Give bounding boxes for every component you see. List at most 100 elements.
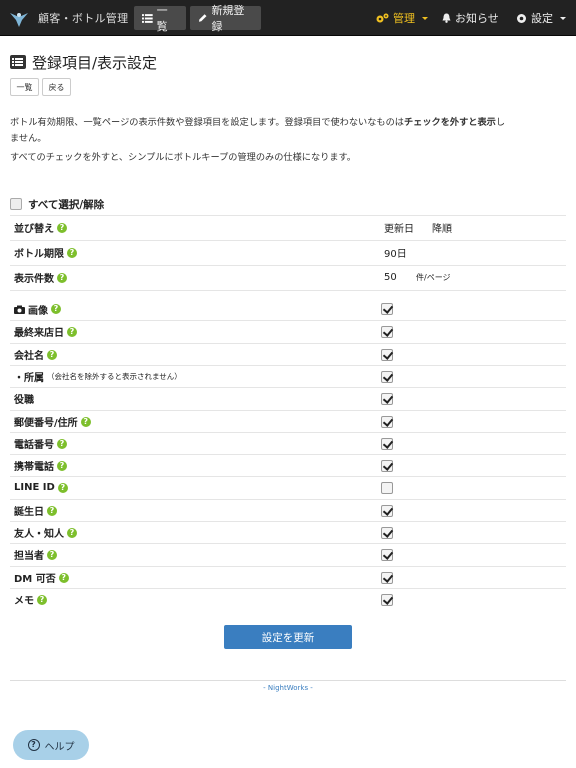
- sort-label-text: 並び替え: [14, 224, 54, 235]
- help-icon[interactable]: ?: [67, 527, 77, 538]
- field-checkbox[interactable]: [381, 459, 393, 472]
- help-icon[interactable]: ?: [67, 326, 77, 337]
- field-label: 最終来店日?: [14, 324, 77, 339]
- field-checkbox[interactable]: [381, 348, 393, 361]
- list-button[interactable]: 一覧: [10, 78, 39, 96]
- description-1-bold: チェックを外すと表示: [403, 117, 496, 128]
- help-icon[interactable]: ?: [51, 304, 61, 314]
- field-label-text: ・所属: [14, 373, 44, 384]
- sort-field-select[interactable]: 更新日: [384, 220, 414, 235]
- help-icon[interactable]: ?: [37, 594, 47, 605]
- help-icon[interactable]: ?: [47, 505, 57, 516]
- field-checkbox[interactable]: [381, 481, 393, 494]
- help-icon[interactable]: ?: [47, 549, 57, 560]
- field-label-text: 役職: [14, 395, 34, 406]
- field-checkbox[interactable]: [381, 593, 393, 606]
- field-row: 郵便番号/住所?: [10, 410, 566, 432]
- admin-menu[interactable]: 管理: [376, 0, 428, 36]
- settings-menu[interactable]: 設定: [516, 0, 566, 36]
- field-row: LINE ID?: [10, 476, 566, 498]
- field-label-text: メモ: [14, 596, 34, 607]
- field-label: 携帯電話?: [14, 458, 67, 473]
- divider: [10, 290, 566, 291]
- field-label: 友人・知人?: [14, 525, 77, 540]
- field-checkbox[interactable]: [381, 504, 393, 517]
- footer-divider: [10, 680, 566, 681]
- select-all-toggle[interactable]: すべて選択/解除: [10, 196, 104, 212]
- expire-row: ボトル期限? 90日: [10, 240, 566, 264]
- field-row: DM 可否?: [10, 566, 566, 588]
- chevron-down-icon: [560, 16, 566, 20]
- field-row: 役職: [10, 387, 566, 409]
- list-icon: [142, 13, 153, 23]
- count-input[interactable]: 50: [384, 272, 397, 283]
- field-label: メモ?: [14, 592, 47, 607]
- help-button[interactable]: ? ヘルプ: [13, 730, 89, 760]
- field-row: 最終来店日?: [10, 320, 566, 342]
- field-row: 担当者?: [10, 543, 566, 565]
- field-label-text: 誕生日: [14, 507, 44, 518]
- description-1-c: し: [495, 117, 506, 128]
- field-checkbox[interactable]: [381, 571, 393, 584]
- field-label: 誕生日?: [14, 503, 57, 518]
- field-label-text: 画像: [28, 305, 48, 317]
- expire-label-text: ボトル期限: [14, 249, 64, 260]
- brand[interactable]: 顧客・ボトル管理: [8, 6, 128, 30]
- field-label: 郵便番号/住所?: [14, 414, 91, 429]
- help-icon[interactable]: ?: [57, 222, 67, 233]
- list-nav-button[interactable]: 一覧: [134, 4, 186, 33]
- help-icon[interactable]: ?: [57, 460, 67, 471]
- field-checkbox[interactable]: [381, 526, 393, 539]
- description-1-d: ません。: [10, 133, 47, 144]
- help-button-label: ヘルプ: [44, 741, 75, 753]
- field-label: 画像?: [14, 302, 61, 317]
- field-label-text: 電話番号: [14, 440, 54, 451]
- field-row: 誕生日?: [10, 499, 566, 521]
- field-label-text: 友人・知人: [14, 529, 64, 540]
- field-checkbox[interactable]: [381, 392, 393, 405]
- field-label-text: 郵便番号/住所: [14, 418, 78, 429]
- field-label-text: 会社名: [14, 351, 44, 362]
- sort-order-select[interactable]: 降順: [432, 220, 452, 235]
- brand-title: 顧客・ボトル管理: [38, 12, 129, 25]
- field-checkbox[interactable]: [381, 325, 393, 338]
- help-icon[interactable]: ?: [67, 247, 77, 258]
- field-row: 友人・知人?: [10, 521, 566, 543]
- field-checkbox[interactable]: [381, 303, 393, 315]
- help-icon[interactable]: ?: [47, 349, 57, 360]
- new-registration-label: 新規登録: [211, 4, 245, 33]
- expire-select[interactable]: 90日: [384, 245, 407, 260]
- help-icon[interactable]: ?: [57, 438, 67, 449]
- field-row: 電話番号?: [10, 432, 566, 454]
- list-nav-label: 一覧: [156, 4, 168, 33]
- field-label: 担当者?: [14, 547, 57, 562]
- help-icon[interactable]: ?: [57, 272, 67, 283]
- update-settings-button[interactable]: 設定を更新: [224, 625, 352, 649]
- field-checkbox[interactable]: [381, 548, 393, 561]
- settings-menu-label: 設定: [531, 12, 553, 25]
- field-label: LINE ID?: [14, 482, 68, 493]
- chevron-down-icon: [422, 16, 428, 20]
- help-icon[interactable]: ?: [57, 482, 68, 493]
- field-row: ・所属 （会社名を除外すると表示されません）: [10, 365, 566, 387]
- help-icon[interactable]: ?: [58, 572, 69, 583]
- field-checkbox[interactable]: [381, 415, 393, 428]
- footer-link[interactable]: - NightWorks -: [0, 684, 576, 692]
- field-row: 画像?: [10, 298, 566, 320]
- field-checkbox[interactable]: [381, 370, 393, 383]
- notice-link[interactable]: お知らせ: [442, 0, 499, 36]
- select-all-checkbox[interactable]: [10, 198, 22, 210]
- field-label: 会社名?: [14, 347, 57, 362]
- expire-label: ボトル期限?: [14, 245, 77, 260]
- description-1-a: ボトル有効期限、一覧ページの表示件数や登録項目を設定します。登録項目で使わないな…: [10, 117, 404, 128]
- new-registration-button[interactable]: 新規登録: [190, 4, 261, 33]
- back-button[interactable]: 戻る: [42, 78, 71, 96]
- help-icon[interactable]: ?: [80, 416, 91, 427]
- field-checkbox[interactable]: [381, 437, 393, 450]
- field-label: 役職: [14, 391, 34, 406]
- field-label-text: 携帯電話: [14, 462, 54, 473]
- page-title-text: 登録項目/表示設定: [32, 53, 158, 72]
- list-alt-icon: [10, 55, 26, 69]
- select-all-label: すべて選択/解除: [28, 198, 105, 211]
- field-label: DM 可否?: [14, 570, 69, 585]
